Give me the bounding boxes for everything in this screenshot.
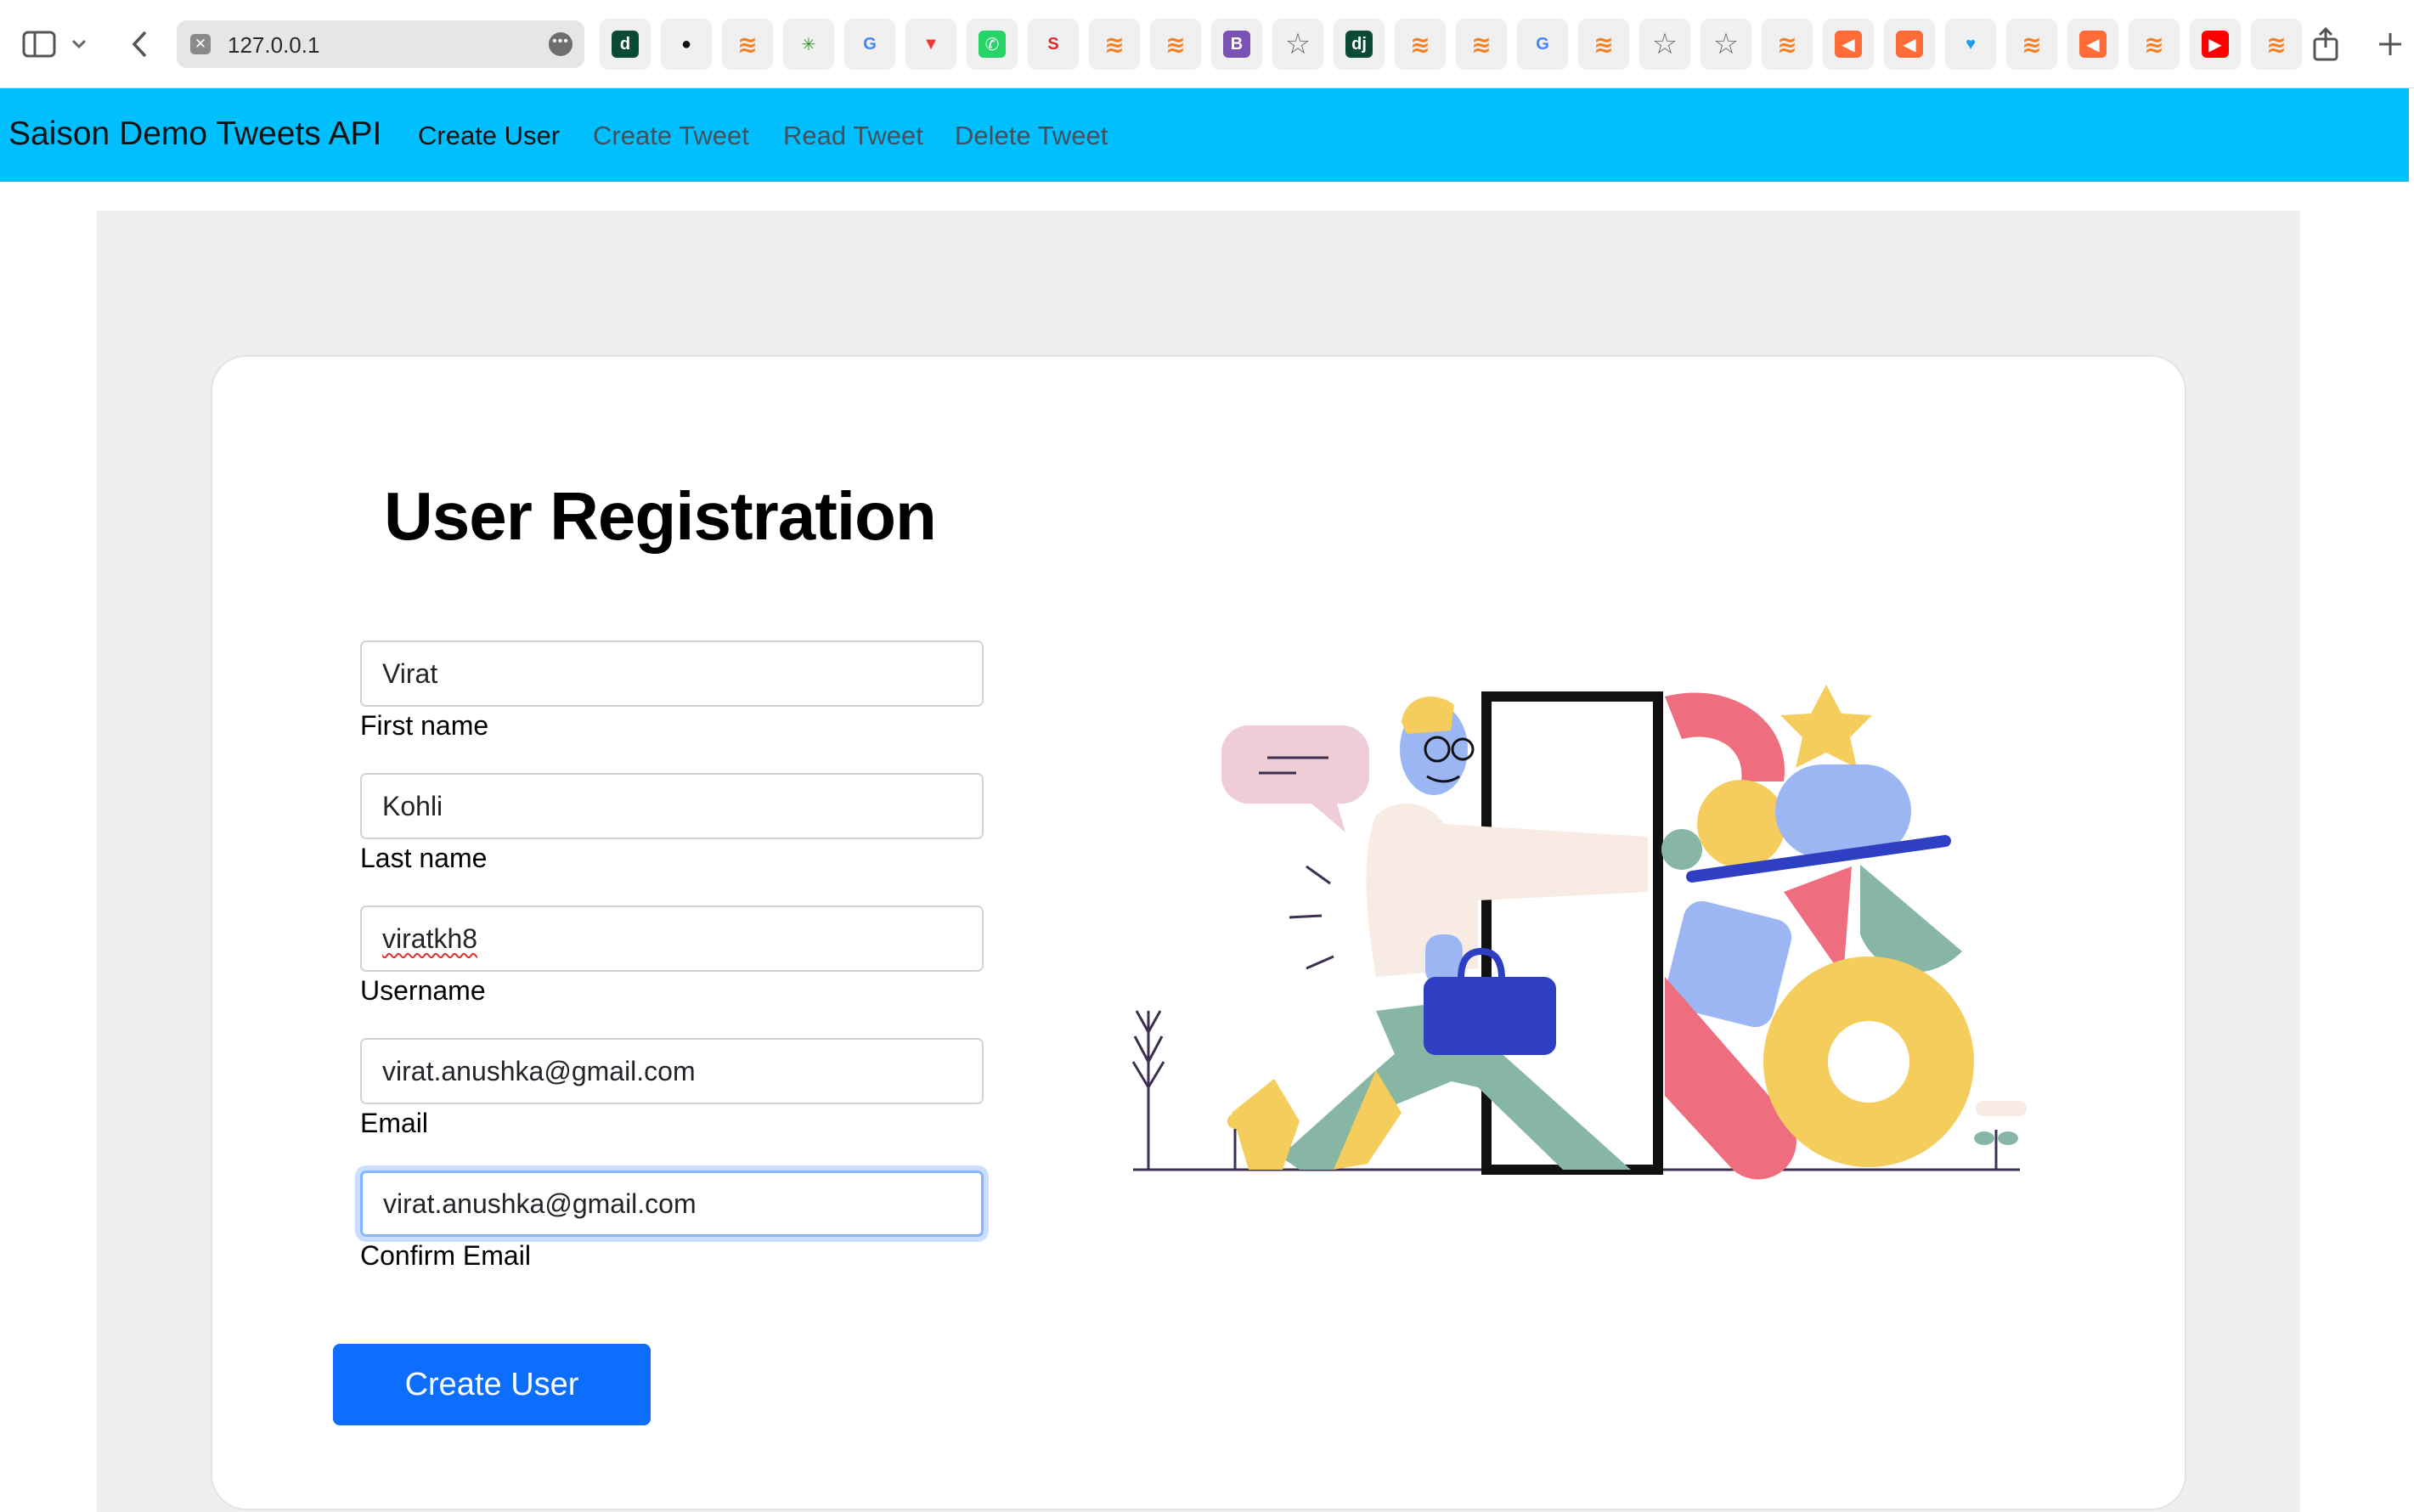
back-icon[interactable] [121,25,158,63]
bookmark-twitter-icon[interactable]: ♥ [1945,19,1996,70]
bookmark-stackoverflow-icon[interactable]: ≋ [1578,19,1629,70]
bootstrap-icon: B [1223,31,1250,58]
confirm-email-label: Confirm Email [360,1240,531,1271]
bookmark-cursor-sparkle-icon[interactable]: ✳ [783,19,834,70]
nav-link-create-tweet[interactable]: Create Tweet [593,121,749,151]
bookmark-github-icon[interactable]: ● [661,19,712,70]
speech-bubble-icon [1221,725,1369,832]
bookmark-google-icon[interactable]: G [1517,19,1568,70]
briefcase-icon [1424,977,1556,1055]
star-shape-icon [1780,685,1872,768]
new-tab-icon[interactable] [2372,25,2409,63]
bookmark-postman-icon[interactable]: ◀ [2067,19,2118,70]
star-icon: ☆ [1284,28,1311,60]
email-label: Email [360,1108,429,1138]
bookmark-stackoverflow-icon[interactable]: ≋ [1089,19,1140,70]
bookmark-star-icon[interactable]: ☆ [1639,19,1690,70]
first-name-label: First name [360,710,489,741]
first-name-input[interactable] [360,640,984,707]
stackoverflow-icon: ≋ [1593,31,1614,58]
vivaldi-icon: ▼ [917,31,945,58]
bookmark-stackoverflow-icon[interactable]: ≋ [1762,19,1813,70]
stackoverflow-icon: ≋ [2022,31,2042,58]
github-icon: ● [673,31,700,58]
navbar-brand[interactable]: Saison Demo Tweets API [8,116,381,153]
stackoverflow-icon: ≋ [737,31,758,58]
stackoverflow-icon: ≋ [1104,31,1125,58]
stackoverflow-icon: ≋ [1471,31,1492,58]
bookmark-stackoverflow-icon[interactable]: ≋ [2251,19,2302,70]
site-favicon-icon: ✕ [190,34,211,54]
whatsapp-icon: ✆ [979,31,1006,58]
stackoverflow-icon: ≋ [1777,31,1797,58]
stackoverflow-icon: ≋ [2144,31,2164,58]
bookmark-stackoverflow-icon[interactable]: ≋ [1150,19,1201,70]
bookmark-postman-icon[interactable]: ◀ [1884,19,1935,70]
nav-link-read-tweet[interactable]: Read Tweet [783,121,923,151]
browser-toolbar: ✕ 127.0.0.1 ••• d ● ≋ ✳ G ▼ ✆ S ≋ ≋ B ☆ dj ≋ ≋ G ≋ ☆ ☆ ≋ ◀ ◀ ♥… [0,0,2414,88]
nav-link-create-user[interactable]: Create User [418,121,560,151]
google-icon: G [1529,31,1556,58]
bookmark-postman-icon[interactable]: ◀ [1823,19,1874,70]
last-name-label: Last name [360,843,488,873]
twitter-icon: ♥ [1957,31,1984,58]
postman-icon: ◀ [1835,31,1862,58]
username-input[interactable]: viratkh8 [360,906,984,972]
url-text: 127.0.0.1 [228,32,320,58]
bookmark-star-icon[interactable]: ☆ [1701,19,1751,70]
bookmark-youtube-icon[interactable]: ▶ [2190,19,2241,70]
nav-link-delete-tweet[interactable]: Delete Tweet [955,121,1108,151]
share-icon[interactable] [2307,25,2344,63]
bookmark-stackoverflow-icon[interactable]: ≋ [1456,19,1507,70]
google-icon: G [856,31,883,58]
bookmark-bootstrap-icon[interactable]: B [1211,19,1262,70]
more-options-icon[interactable]: ••• [549,32,572,56]
stackoverflow-icon: ≋ [1410,31,1430,58]
create-user-button[interactable]: Create User [333,1344,651,1425]
app-navbar: Saison Demo Tweets API Create User Creat… [0,88,2409,182]
bookmark-django-icon[interactable]: dj [1334,19,1385,70]
address-bar[interactable]: ✕ 127.0.0.1 ••• [177,20,584,68]
bookmark-google-icon[interactable]: G [844,19,895,70]
registration-illustration [1131,685,2027,1180]
bookmark-stackoverflow-icon[interactable]: ≋ [722,19,773,70]
youtube-icon: ▶ [2202,31,2229,58]
bookmark-whatsapp-icon[interactable]: ✆ [967,19,1018,70]
chevron-down-icon[interactable] [66,25,92,63]
stackoverflow-icon: ≋ [1165,31,1186,58]
postman-icon: ◀ [2079,31,2107,58]
bookmark-stackoverflow-icon[interactable]: ≋ [2129,19,2180,70]
scribd-icon: S [1040,31,1067,58]
star-icon: ☆ [1651,28,1678,60]
sidebar-toggle-icon[interactable] [20,25,58,63]
bookmarks-bar: d ● ≋ ✳ G ▼ ✆ S ≋ ≋ B ☆ dj ≋ ≋ G ≋ ☆ ☆ ≋ ◀ ◀ ♥ ≋ ◀ ≋ ▶ ≋ [600,19,2302,70]
confirm-email-input[interactable] [360,1171,984,1237]
django-icon: dj [1345,31,1373,58]
last-name-input[interactable] [360,773,984,839]
bookmark-stackoverflow-icon[interactable]: ≋ [2006,19,2057,70]
page-title: User Registration [384,478,937,554]
username-label: Username [360,975,486,1006]
plant-icon [1131,1010,1165,1170]
stackoverflow-icon: ≋ [2266,31,2287,58]
bookmark-star-icon[interactable]: ☆ [1272,19,1323,70]
bookmark-stackoverflow-icon[interactable]: ≋ [1395,19,1446,70]
colorful-shapes [1661,685,2027,1180]
username-value: viratkh8 [382,922,478,954]
email-input[interactable] [360,1038,984,1104]
django-icon: d [612,31,639,58]
bookmark-scribd-icon[interactable]: S [1028,19,1079,70]
postman-icon: ◀ [1896,31,1923,58]
bookmark-vivaldi-icon[interactable]: ▼ [905,19,956,70]
cursor-sparkle-icon: ✳ [795,31,822,58]
bookmark-django-icon[interactable]: d [600,19,651,70]
star-icon: ☆ [1712,28,1740,60]
